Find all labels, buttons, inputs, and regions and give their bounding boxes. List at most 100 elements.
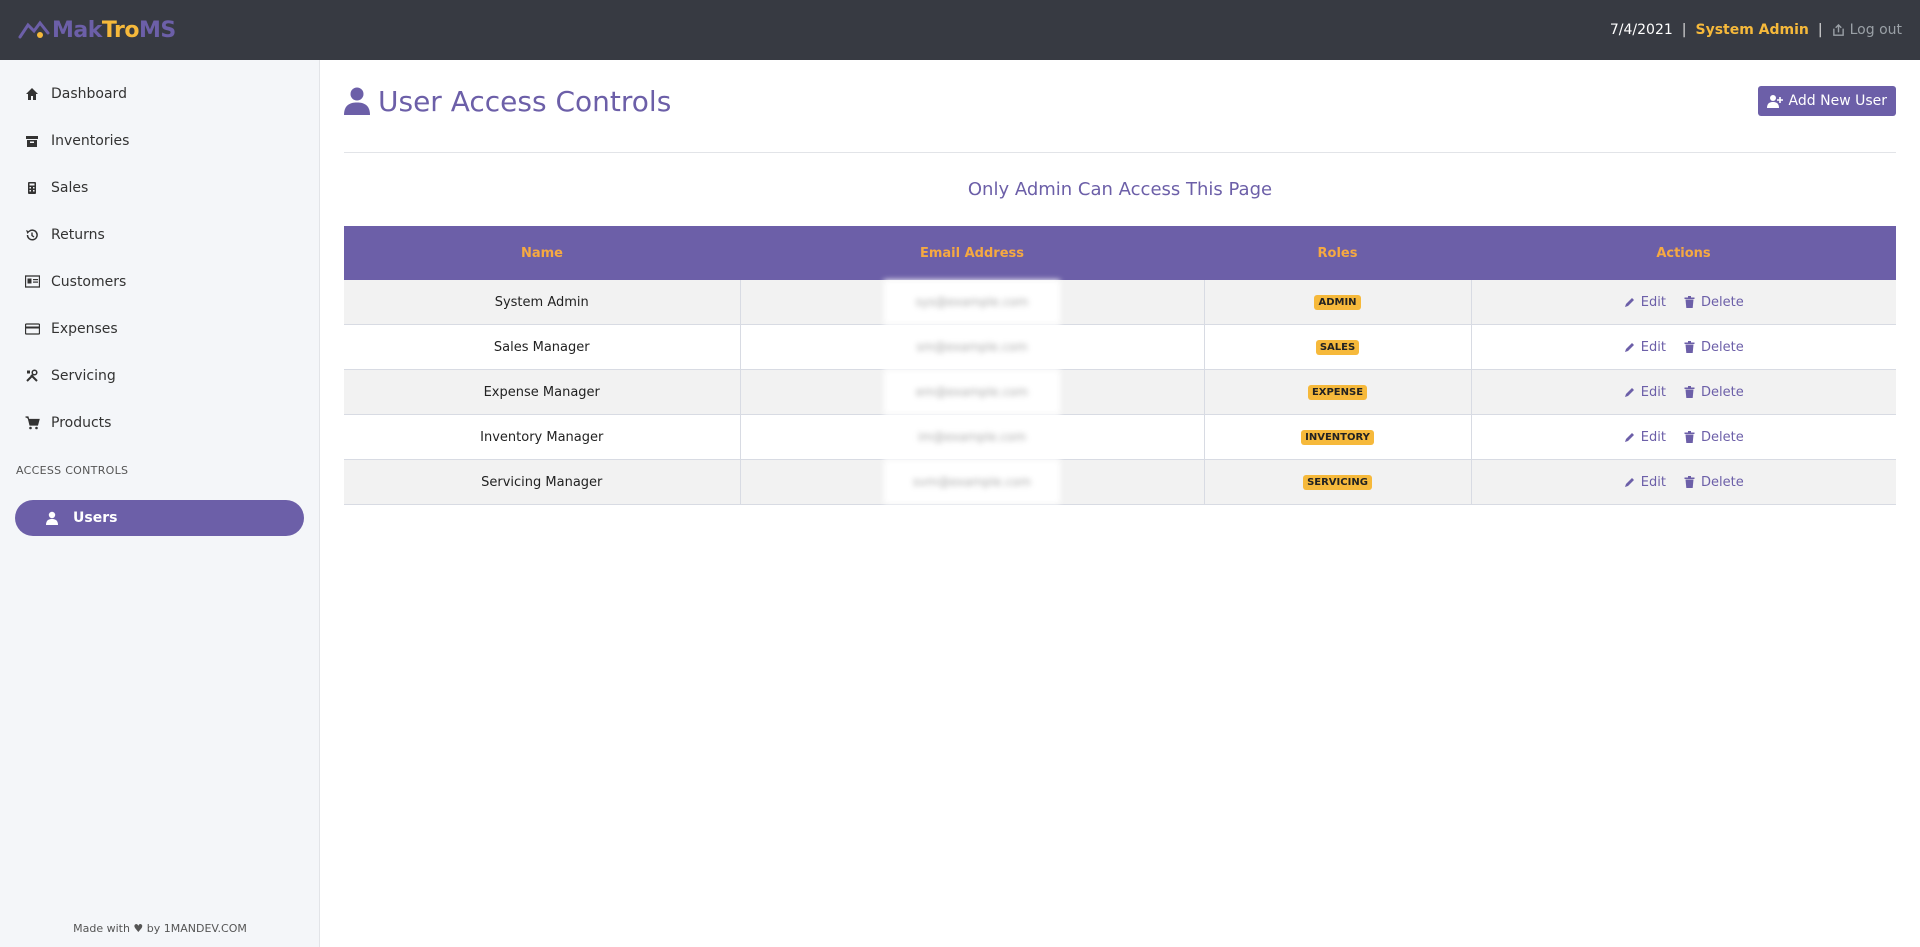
user-role-cell: SERVICING bbox=[1204, 459, 1472, 505]
user-role-cell: INVENTORY bbox=[1204, 414, 1472, 460]
id-card-icon bbox=[24, 274, 40, 290]
sidebar-item-label: Users bbox=[73, 510, 118, 526]
sidebar-nav: Dashboard Inventories Sales Returns Cust… bbox=[0, 60, 319, 446]
edit-button[interactable]: Edit bbox=[1624, 475, 1666, 490]
column-header-roles[interactable]: Roles bbox=[1204, 226, 1471, 280]
user-role-cell: ADMIN bbox=[1204, 280, 1472, 325]
pencil-icon bbox=[1624, 477, 1634, 487]
sidebar-item-label: Expenses bbox=[51, 320, 118, 337]
pencil-icon bbox=[1624, 432, 1634, 442]
home-icon bbox=[24, 86, 40, 102]
page-title: User Access Controls bbox=[344, 85, 671, 118]
page-header: User Access Controls Add New User bbox=[344, 60, 1896, 153]
main-content: User Access Controls Add New User Only A… bbox=[344, 60, 1896, 505]
edit-button[interactable]: Edit bbox=[1624, 340, 1666, 355]
delete-button[interactable]: Delete bbox=[1684, 340, 1744, 355]
user-email: im@example.com bbox=[884, 415, 1060, 459]
sidebar-item-dashboard[interactable]: Dashboard bbox=[0, 70, 319, 117]
user-email-cell: sm@example.com bbox=[740, 324, 1205, 370]
user-actions-cell: Edit Delete bbox=[1471, 280, 1896, 325]
sidebar-item-label: Sales bbox=[51, 179, 89, 196]
sidebar-item-customers[interactable]: Customers bbox=[0, 258, 319, 305]
trash-icon bbox=[1684, 431, 1695, 443]
table-row: System Admin sys@example.com ADMIN Edit … bbox=[344, 280, 1896, 325]
top-bar: Mak Tro MS 7/4/2021 | System Admin | Log… bbox=[0, 0, 1920, 60]
logout-icon bbox=[1832, 23, 1844, 36]
sidebar-item-servicing[interactable]: Servicing bbox=[0, 352, 319, 399]
column-header-name[interactable]: Name bbox=[344, 226, 740, 280]
box-icon bbox=[24, 133, 40, 149]
delete-label: Delete bbox=[1700, 294, 1744, 310]
sidebar-item-label: Dashboard bbox=[51, 85, 127, 102]
sidebar-item-expenses[interactable]: Expenses bbox=[0, 305, 319, 352]
column-header-actions: Actions bbox=[1656, 245, 1711, 261]
logo-text-tro: Tro bbox=[101, 17, 140, 43]
user-icon bbox=[344, 87, 370, 115]
cart-icon bbox=[24, 415, 40, 431]
tools-icon bbox=[24, 368, 40, 384]
table-row: Servicing Manager svm@example.com SERVIC… bbox=[344, 459, 1896, 505]
delete-button[interactable]: Delete bbox=[1684, 385, 1744, 400]
edit-label: Edit bbox=[1640, 384, 1666, 400]
credit-card-icon bbox=[24, 321, 40, 337]
trash-icon bbox=[1684, 296, 1695, 308]
add-new-user-label: Add New User bbox=[1788, 92, 1887, 109]
sidebar: Dashboard Inventories Sales Returns Cust… bbox=[0, 60, 320, 947]
calculator-icon bbox=[24, 180, 40, 196]
history-icon bbox=[24, 227, 40, 243]
delete-button[interactable]: Delete bbox=[1684, 475, 1744, 490]
user-name: System Admin bbox=[344, 280, 741, 325]
role-badge: ADMIN bbox=[1314, 295, 1361, 310]
current-date: 7/4/2021 bbox=[1609, 22, 1673, 38]
sidebar-item-returns[interactable]: Returns bbox=[0, 211, 319, 258]
sidebar-item-label: Inventories bbox=[51, 132, 130, 149]
edit-button[interactable]: Edit bbox=[1624, 385, 1666, 400]
logo-text-mak: Mak bbox=[52, 17, 102, 43]
user-email-cell: svm@example.com bbox=[740, 459, 1205, 505]
users-table: Name Email Address Roles Actions System … bbox=[344, 226, 1896, 505]
user-actions-cell: Edit Delete bbox=[1471, 325, 1896, 370]
user-icon bbox=[45, 511, 59, 525]
logo-text-ms: MS bbox=[138, 17, 176, 43]
delete-label: Delete bbox=[1700, 339, 1744, 355]
delete-button[interactable]: Delete bbox=[1684, 295, 1744, 310]
user-actions-cell: Edit Delete bbox=[1471, 415, 1896, 460]
add-new-user-button[interactable]: Add New User bbox=[1757, 85, 1896, 116]
trash-icon bbox=[1684, 341, 1695, 353]
user-email-cell: im@example.com bbox=[740, 414, 1205, 460]
pencil-icon bbox=[1624, 342, 1634, 352]
current-user[interactable]: System Admin bbox=[1695, 22, 1808, 38]
delete-label: Delete bbox=[1700, 474, 1744, 490]
column-header-email[interactable]: Email Address bbox=[740, 226, 1204, 280]
edit-button[interactable]: Edit bbox=[1624, 430, 1666, 445]
sidebar-item-label: Customers bbox=[51, 273, 127, 290]
edit-label: Edit bbox=[1640, 474, 1666, 490]
table-row: Inventory Manager im@example.com INVENTO… bbox=[344, 414, 1896, 460]
delete-button[interactable]: Delete bbox=[1684, 430, 1744, 445]
sidebar-item-users[interactable]: Users bbox=[15, 500, 304, 536]
sidebar-item-products[interactable]: Products bbox=[0, 399, 319, 446]
edit-button[interactable]: Edit bbox=[1624, 295, 1666, 310]
table-row: Expense Manager em@example.com EXPENSE E… bbox=[344, 369, 1896, 415]
user-email: em@example.com bbox=[884, 370, 1060, 414]
edit-label: Edit bbox=[1640, 294, 1666, 310]
sidebar-footer: Made with ♥ by 1MANDEV.COM bbox=[73, 922, 247, 935]
sidebar-item-inventories[interactable]: Inventories bbox=[0, 117, 319, 164]
user-plus-icon bbox=[1766, 94, 1783, 108]
sidebar-item-sales[interactable]: Sales bbox=[0, 164, 319, 211]
app-logo[interactable]: Mak Tro MS bbox=[18, 18, 176, 43]
admin-only-notice: Only Admin Can Access This Page bbox=[967, 179, 1273, 200]
sidebar-item-label: Servicing bbox=[51, 367, 116, 384]
page-title-text: User Access Controls bbox=[378, 84, 672, 118]
pencil-icon bbox=[1624, 387, 1634, 397]
trash-icon bbox=[1684, 476, 1695, 488]
user-email: sys@example.com bbox=[884, 280, 1060, 324]
separator: | bbox=[1817, 22, 1823, 38]
separator: | bbox=[1681, 22, 1687, 38]
user-email: svm@example.com bbox=[884, 460, 1060, 504]
user-actions-cell: Edit Delete bbox=[1471, 460, 1896, 505]
user-role-cell: SALES bbox=[1204, 324, 1472, 370]
user-name: Servicing Manager bbox=[344, 459, 741, 505]
edit-label: Edit bbox=[1640, 429, 1666, 445]
logout-link[interactable]: Log out bbox=[1832, 22, 1902, 38]
